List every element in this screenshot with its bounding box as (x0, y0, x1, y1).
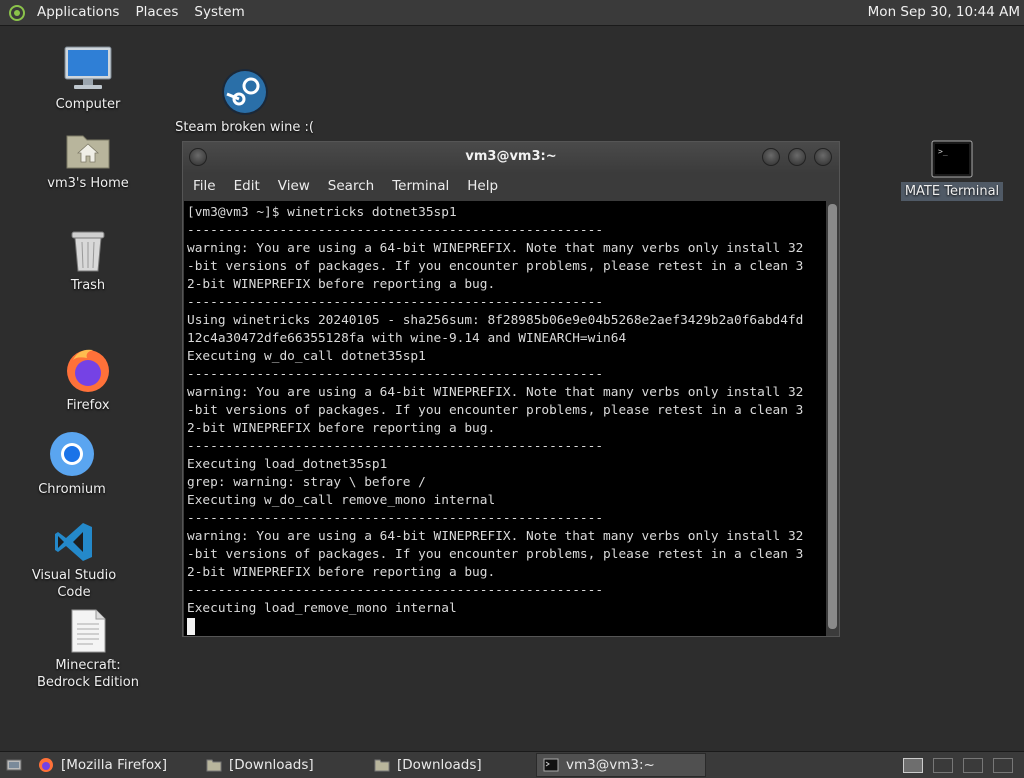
desktop-icon-mate-terminal[interactable]: >_ MATE Terminal (892, 140, 1012, 201)
menu-terminal[interactable]: Terminal (383, 172, 458, 200)
desktop-icon-trash[interactable]: Trash (28, 228, 148, 294)
taskbar-item-label: [Downloads] (397, 757, 482, 773)
close-button[interactable] (814, 148, 832, 166)
desktop-icon-vscode[interactable]: Visual Studio Code (14, 520, 134, 601)
desktop-icon-label: Computer (55, 97, 121, 112)
top-panel: Applications Places System Mon Sep 30, 1… (0, 0, 1024, 26)
maximize-button[interactable] (788, 148, 806, 166)
taskbar-item-label: [Mozilla Firefox] (61, 757, 168, 773)
terminal-line: ----------------------------------------… (187, 439, 604, 454)
terminal-line: 2-bit WINEPREFIX before reporting a bug. (187, 277, 496, 292)
document-icon (71, 609, 106, 653)
desktop-icon-label: MATE Terminal (900, 182, 1004, 201)
folder-icon (206, 759, 222, 772)
trash-icon (71, 231, 105, 272)
terminal-line: ----------------------------------------… (187, 367, 604, 382)
terminal-line: [vm3@vm3 ~]$ winetricks dotnet35sp1 (187, 205, 457, 220)
terminal-icon (543, 758, 559, 772)
menu-edit[interactable]: Edit (225, 172, 269, 200)
terminal-line: Using winetricks 20240105 - sha256sum: 8… (187, 313, 804, 328)
terminal-line: ----------------------------------------… (187, 223, 604, 238)
desktop-icon-label: Chromium (38, 482, 106, 497)
chromium-icon (50, 432, 94, 476)
terminal-line: 2-bit WINEPREFIX before reporting a bug. (187, 565, 496, 580)
desktop-icon-minecraft[interactable]: Minecraft: Bedrock Edition (28, 608, 148, 691)
desktop-icon-label: Firefox (66, 398, 110, 413)
show-desktop-icon (6, 759, 22, 771)
bottom-panel: [Mozilla Firefox] [Downloads] [Downloads… (0, 751, 1024, 778)
svg-text:>_: >_ (938, 147, 948, 156)
workspace-switcher-3[interactable] (960, 753, 986, 777)
computer-icon (64, 46, 112, 89)
desktop-icon-firefox[interactable]: Firefox (28, 346, 148, 414)
workspace-switcher-1[interactable] (900, 753, 926, 777)
steam-icon (221, 69, 268, 115)
terminal-line: warning: You are using a 64-bit WINEPREF… (187, 385, 804, 400)
show-desktop-button[interactable] (0, 753, 30, 777)
terminal-line: ----------------------------------------… (187, 295, 604, 310)
terminal-text: [vm3@vm3 ~]$ winetricks dotnet35sp1 ----… (184, 201, 827, 636)
terminal-cursor (187, 618, 195, 635)
menu-search[interactable]: Search (319, 172, 383, 200)
terminal-line: grep: warning: stray \ before / (187, 475, 426, 490)
taskbar-item-terminal[interactable]: vm3@vm3:~ (536, 753, 706, 777)
menu-view[interactable]: View (269, 172, 319, 200)
minimize-button[interactable] (762, 148, 780, 166)
clock[interactable]: Mon Sep 30, 10:44 AM (868, 0, 1020, 25)
terminal-line: Executing w_do_call dotnet35sp1 (187, 349, 426, 364)
terminal-line: warning: You are using a 64-bit WINEPREF… (187, 241, 804, 256)
desktop-icon-computer[interactable]: Computer (28, 45, 148, 113)
terminal-icon: >_ (931, 140, 973, 178)
workspace-switcher-4[interactable] (990, 753, 1016, 777)
terminal-line: Executing w_do_call remove_mono internal (187, 493, 496, 508)
terminal-line: ----------------------------------------… (187, 511, 604, 526)
desktop-icon-label: vm3's Home (47, 176, 129, 191)
taskbar-item-firefox[interactable]: [Mozilla Firefox] (32, 753, 196, 777)
folder-icon (374, 759, 390, 772)
terminal-line: -bit versions of packages. If you encoun… (187, 259, 804, 274)
terminal-line: 12c4a30472dfe66355128fa with wine-9.14 a… (187, 331, 627, 346)
terminal-line: warning: You are using a 64-bit WINEPREF… (187, 529, 804, 544)
terminal-line: 2-bit WINEPREFIX before reporting a bug. (187, 421, 496, 436)
mate-logo-icon[interactable] (9, 4, 25, 21)
terminal-scrollbar[interactable] (826, 201, 839, 636)
places-menu[interactable]: Places (127, 0, 186, 25)
terminal-line: ----------------------------------------… (187, 583, 604, 598)
terminal-line: Executing load_remove_mono internal (187, 601, 457, 616)
terminal-line: -bit versions of packages. If you encoun… (187, 547, 804, 562)
desktop-icon-label: Trash (70, 278, 106, 293)
desktop-icon-chromium[interactable]: Chromium (12, 430, 132, 498)
desktop-icon-label: Steam broken wine :( (175, 120, 314, 135)
window-title: vm3@vm3:~ (465, 149, 557, 164)
terminal-menubar: File Edit View Search Terminal Help (183, 172, 839, 200)
terminal-output[interactable]: [vm3@vm3 ~]$ winetricks dotnet35sp1 ----… (184, 201, 827, 636)
workspace-switcher-2[interactable] (930, 753, 956, 777)
terminal-line: -bit versions of packages. If you encoun… (187, 403, 804, 418)
home-folder-icon (66, 135, 110, 169)
taskbar-item-downloads-2[interactable]: [Downloads] (368, 753, 532, 777)
window-titlebar[interactable]: vm3@vm3:~ (183, 142, 839, 172)
scrollbar-thumb[interactable] (828, 204, 837, 629)
terminal-window[interactable]: vm3@vm3:~ File Edit View Search Terminal… (182, 141, 840, 637)
taskbar-item-label: vm3@vm3:~ (566, 757, 655, 773)
desktop-icon-label: Minecraft: Bedrock Edition (37, 658, 139, 690)
applications-menu[interactable]: Applications (29, 0, 127, 25)
system-menu[interactable]: System (186, 0, 252, 25)
terminal-line: Executing load_dotnet35sp1 (187, 457, 388, 472)
desktop-icon-steam[interactable]: Steam broken wine :( (172, 68, 317, 136)
taskbar-item-downloads-1[interactable]: [Downloads] (200, 753, 364, 777)
vscode-icon (55, 523, 92, 561)
taskbar-item-label: [Downloads] (229, 757, 314, 773)
desktop-icon-label: Visual Studio Code (31, 568, 117, 600)
firefox-icon (39, 758, 53, 772)
menu-file[interactable]: File (183, 172, 225, 200)
menu-help[interactable]: Help (458, 172, 507, 200)
firefox-icon (67, 349, 109, 392)
desktop-icon-home[interactable]: vm3's Home (28, 128, 148, 192)
